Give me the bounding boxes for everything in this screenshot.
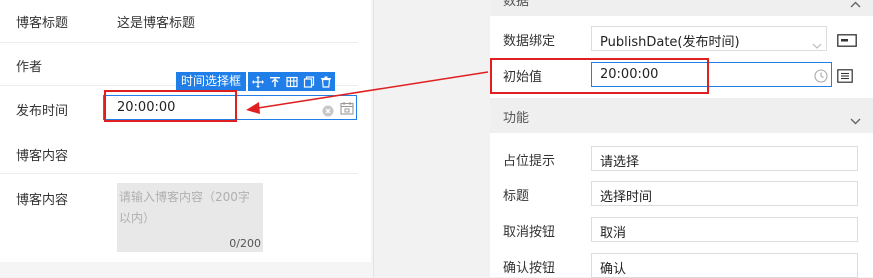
- annotation-arrow: [246, 71, 489, 114]
